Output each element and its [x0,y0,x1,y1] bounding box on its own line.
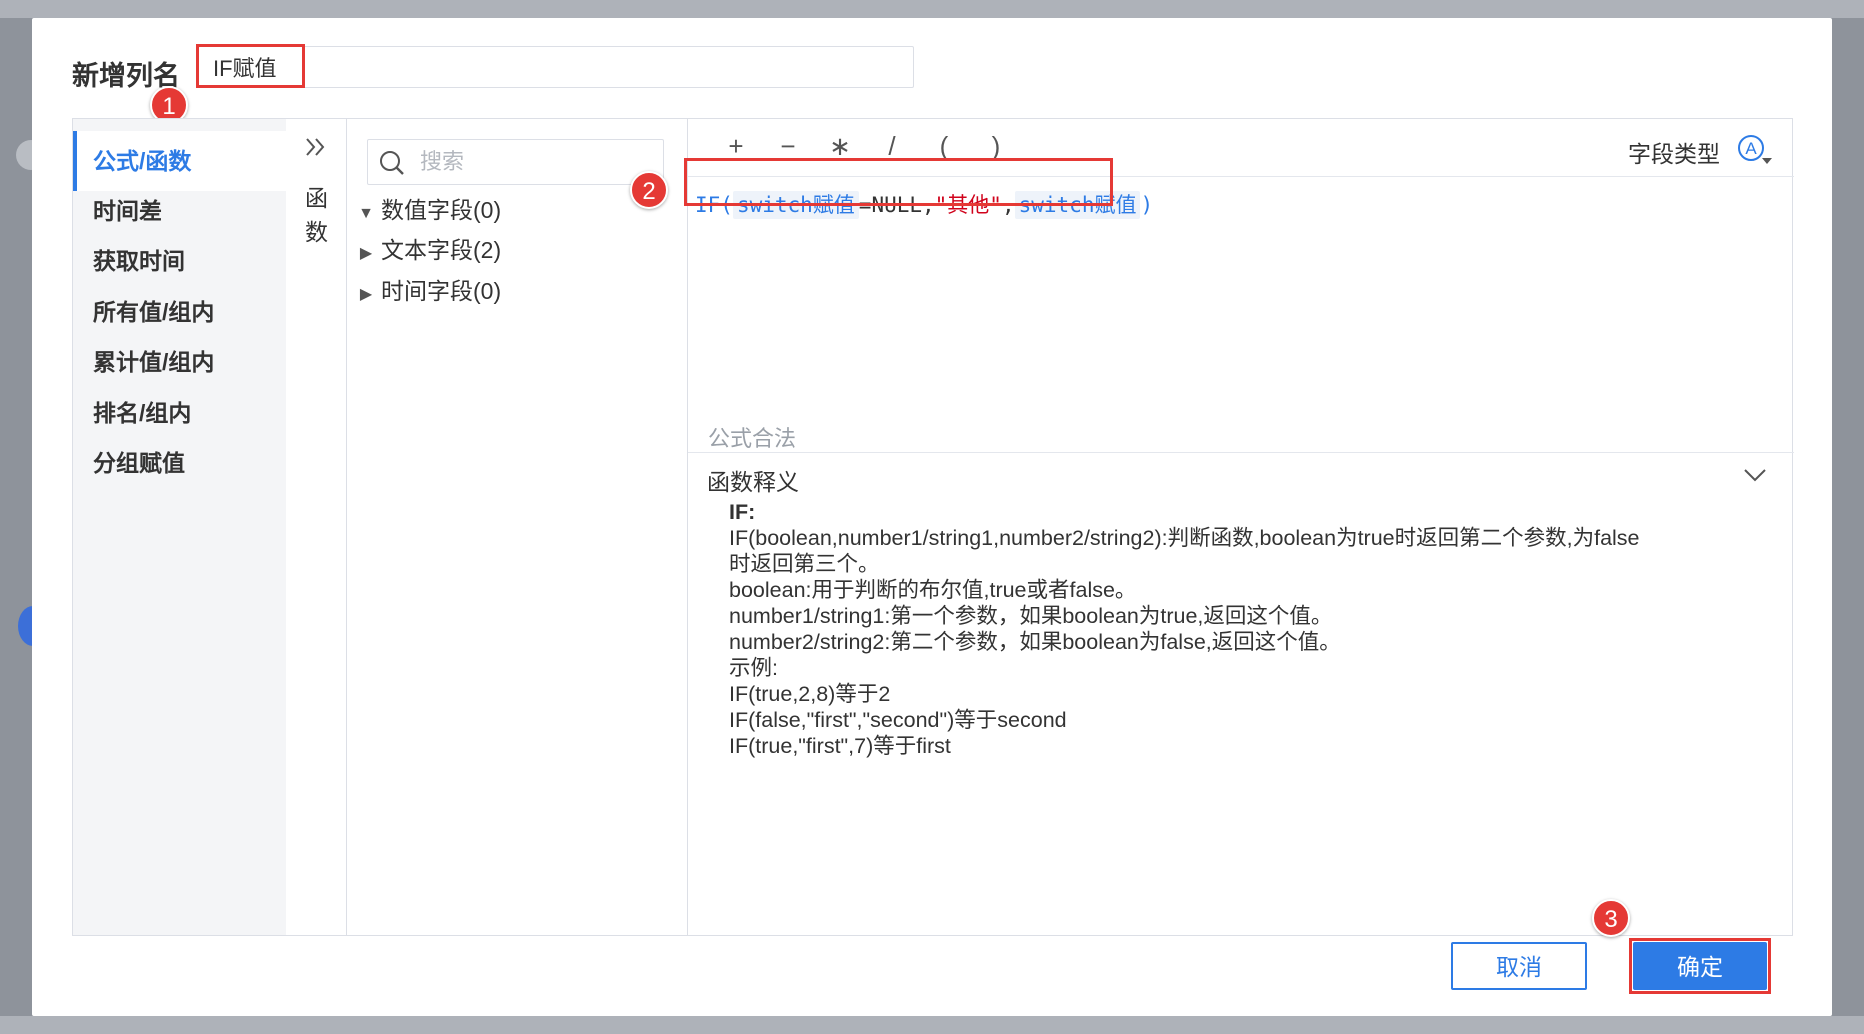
formula-panel: + − ∗ / ( ) 字段类型 A IF(switch赋值 =NULL,"其他"… [688,119,1794,935]
search-icon [380,151,404,175]
caret-right-icon: ▶ [359,286,373,303]
column-name-input[interactable] [198,46,914,88]
background-footer-strip [0,1016,1864,1034]
function-label[interactable]: 函 数 [286,181,347,249]
caret-down-icon: ▼ [358,205,374,222]
category-group-assign[interactable]: 分组赋值 [73,433,286,493]
field-search-input[interactable] [420,140,656,184]
formula-editor: 公式/函数 时间差 获取时间 所有值/组内 累计值/组内 排名/组内 分组赋值 … [72,118,1794,936]
formula-close-token: ) [1140,193,1154,217]
step-badge-2: 2 [630,171,668,209]
cancel-button[interactable]: 取消 [1451,942,1587,990]
operator-minus-button[interactable]: − [768,131,808,162]
field-group-label: 文本字段(2) [381,237,502,263]
operator-toolbar: + − ∗ / ( ) 字段类型 A [688,119,1794,177]
confirm-button[interactable]: 确定 [1633,942,1767,990]
function-name: IF: [729,500,756,524]
function-label-line2: 数 [305,219,328,245]
function-explanation-header[interactable]: 函数释义 [688,452,1794,496]
formula-function-token: IF( [695,193,733,217]
chevron-down-icon[interactable] [1742,465,1768,485]
field-type-label: 字段类型 [1628,141,1720,167]
field-group-text[interactable]: ▶ 文本字段(2) [355,232,501,268]
explanation-line: IF(true,"first",7)等于first [729,734,951,758]
field-group-time[interactable]: ▶ 时间字段(0) [355,273,501,309]
formula-expression[interactable]: IF(switch赋值 =NULL,"其他", switch赋值) [695,187,1153,223]
category-sidebar: 公式/函数 时间差 获取时间 所有值/组内 累计值/组内 排名/组内 分组赋值 [73,119,286,935]
explanation-line: IF(boolean,number1/string1,number2/strin… [729,526,1640,550]
formula-field-token[interactable]: switch赋值 [732,191,859,219]
explanation-line: 示例: [729,656,778,680]
explanation-line: IF(true,2,8)等于2 [729,682,891,706]
function-explanation-body: IF: IF(boolean,number1/string1,number2/s… [729,499,1769,759]
operator-plus-button[interactable]: + [716,131,756,162]
operator-multiply-button[interactable]: ∗ [820,131,860,162]
explanation-line: number2/string2:第二个参数，如果boolean为false,返回… [729,630,1341,654]
function-list-column: 函 数 [286,119,347,935]
operator-divide-button[interactable]: / [872,131,912,162]
field-group-label: 时间字段(0) [381,278,502,304]
add-column-dialog: 新增列名 1 公式/函数 时间差 获取时间 所有值/组内 累计值/组内 排名/组… [32,18,1832,1016]
explanation-line: 时返回第三个。 [729,552,880,576]
explanation-line: IF(false,"first","second")等于second [729,708,1067,732]
caret-right-icon: ▶ [359,245,373,262]
function-explanation-title: 函数释义 [707,469,799,495]
operator-right-paren-button[interactable]: ) [976,131,1016,162]
field-panel: ▼ 数值字段(0) ▶ 文本字段(2) ▶ 时间字段(0) [347,119,688,935]
background-header-strip [0,0,1864,18]
field-group-label: 数值字段(0) [381,197,502,223]
formula-operator-token: =NULL, [858,193,935,217]
explanation-line: boolean:用于判断的布尔值,true或者false。 [729,578,1137,602]
operator-left-paren-button[interactable]: ( [924,131,964,162]
field-group-numeric[interactable]: ▼ 数值字段(0) [355,192,501,228]
double-chevron-right-icon[interactable] [302,133,330,161]
formula-string-token: "其他" [934,193,1002,217]
formula-field-token[interactable]: switch赋值 [1014,191,1141,219]
field-search-box [367,139,664,185]
step-badge-3: 3 [1592,899,1630,937]
formula-comma-token: , [1001,193,1015,217]
formula-validation-status: 公式合法 [708,426,797,451]
svg-text:A: A [1745,139,1757,158]
function-label-line1: 函 [305,185,328,211]
explanation-line: number1/string1:第一个参数，如果boolean为true,返回这… [729,604,1333,628]
circled-a-icon[interactable]: A [1736,133,1776,167]
